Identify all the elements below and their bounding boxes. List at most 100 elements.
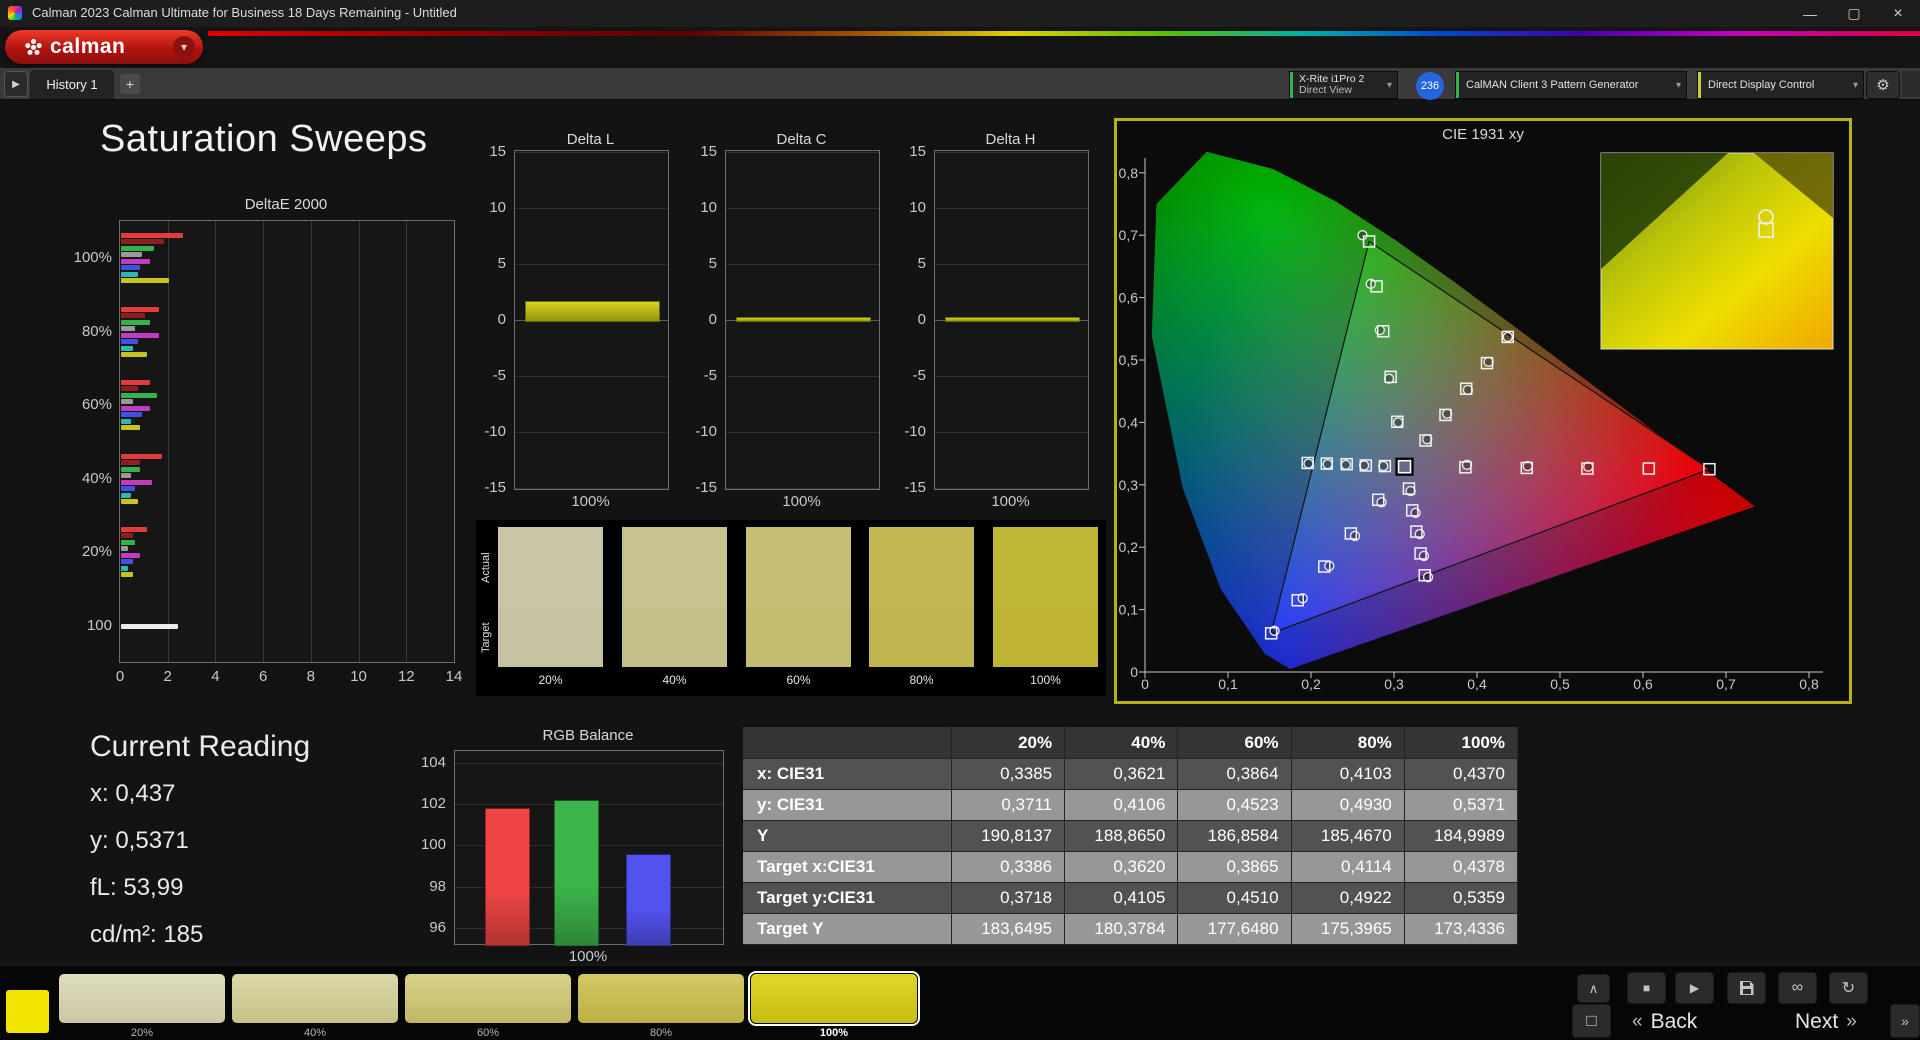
- add-tab-button[interactable]: +: [120, 74, 140, 94]
- svg-text:0,5: 0,5: [1119, 352, 1139, 368]
- saturation-label: 100%: [993, 673, 1098, 687]
- gridline: [726, 376, 879, 377]
- svg-text:0,7: 0,7: [1119, 227, 1139, 243]
- measured-point: [1341, 460, 1350, 469]
- y-tick-label: 20%: [82, 543, 112, 560]
- tab-history-1[interactable]: History 1: [30, 70, 114, 99]
- close-button[interactable]: ×: [1876, 0, 1920, 27]
- rgb-balance-chart[interactable]: RGB Balance 1041021009896 100%: [454, 727, 722, 962]
- bar: [121, 572, 133, 577]
- back-button[interactable]: « Back: [1632, 1007, 1697, 1037]
- pattern-swatch[interactable]: [232, 974, 398, 1023]
- column-header: 100%: [1404, 727, 1517, 759]
- current-reading-block: Current Reading x: 0,437 y: 0,5371 fL: 5…: [90, 730, 310, 968]
- save-icon: [1740, 981, 1754, 995]
- svg-text:0,3: 0,3: [1119, 477, 1139, 493]
- y-tick-label: 40%: [82, 470, 112, 487]
- delta-c-plot-area: 151050-5-10-15: [725, 150, 880, 490]
- pattern-swatch[interactable]: [578, 974, 744, 1023]
- page-title: Saturation Sweeps: [100, 118, 427, 161]
- calman-menu-chevron[interactable]: ▾: [173, 36, 195, 58]
- gridline: [311, 221, 312, 662]
- current-pattern-tile[interactable]: [6, 990, 49, 1033]
- measured-point: [1394, 418, 1403, 427]
- y-tick-label: 100: [421, 836, 446, 853]
- saturation-label: 20%: [498, 673, 603, 687]
- bar: [121, 239, 164, 244]
- row-label: x: CIE31: [743, 759, 951, 790]
- x-tick-label: 2: [153, 668, 183, 685]
- table-cell: 190,8137: [951, 821, 1064, 852]
- minimize-button[interactable]: —: [1788, 0, 1832, 27]
- pattern-swatch[interactable]: [59, 974, 225, 1023]
- refresh-button[interactable]: ↻: [1829, 972, 1868, 1004]
- layout-edge-button[interactable]: [1902, 71, 1920, 97]
- row-label: Target y:CIE31: [743, 883, 951, 914]
- pattern-window-button[interactable]: □: [1572, 1004, 1611, 1038]
- skip-forward-button[interactable]: »: [1890, 1004, 1920, 1038]
- pattern-swatch[interactable]: [751, 974, 917, 1023]
- bar: [121, 346, 133, 351]
- target-swatch: [869, 608, 974, 667]
- actual-target-swatch-panel[interactable]: Actual Target 20%40%60%80%100%: [476, 520, 1106, 696]
- tab-scroll-button[interactable]: ▶: [4, 71, 28, 97]
- table-cell: 0,4105: [1065, 883, 1178, 914]
- chart-title: CIE 1931 xy: [1117, 126, 1849, 143]
- delta-c-chart[interactable]: Delta C 151050-5-10-15 100%: [725, 131, 878, 513]
- bar: [121, 406, 150, 411]
- next-button[interactable]: Next »: [1795, 1007, 1857, 1037]
- bar: [121, 566, 128, 571]
- calman-menu-button[interactable]: calman ▾: [5, 30, 203, 64]
- gridline: [455, 763, 723, 764]
- bar: [121, 352, 147, 357]
- actual-swatch: [498, 527, 603, 608]
- bar: [736, 317, 871, 322]
- bar: [121, 313, 145, 318]
- target-swatch: [746, 608, 851, 667]
- svg-text:0,4: 0,4: [1467, 676, 1487, 692]
- y-tick-label: 0: [498, 311, 506, 328]
- cie-diagram: 00,10,20,30,40,50,60,70,800,10,20,30,40,…: [1118, 122, 1848, 700]
- svg-text:0,4: 0,4: [1119, 414, 1139, 430]
- settings-button[interactable]: ⚙: [1866, 71, 1900, 99]
- bar: [121, 252, 142, 257]
- table-row: Y190,8137188,8650186,8584185,4670184,998…: [743, 821, 1518, 852]
- bar: [121, 546, 128, 551]
- meter-count-badge[interactable]: 236: [1416, 72, 1444, 100]
- display-control-dropdown[interactable]: Direct Display Control ▾: [1697, 71, 1864, 99]
- meter-dropdown[interactable]: X-Rite i1Pro 2 Direct View ▾: [1289, 71, 1398, 99]
- table-cell: 0,4114: [1291, 852, 1404, 883]
- pattern-swatch[interactable]: [405, 974, 571, 1023]
- save-button[interactable]: [1727, 972, 1766, 1004]
- gear-icon: ⚙: [1876, 76, 1889, 94]
- stop-button[interactable]: ■: [1627, 972, 1666, 1004]
- table-row: y: CIE310,37110,41060,45230,49300,5371: [743, 790, 1518, 821]
- play-button[interactable]: ▶: [1675, 972, 1714, 1004]
- delta-l-chart[interactable]: Delta L 151050-5-10-15 100%: [514, 131, 667, 513]
- delta-h-chart[interactable]: Delta H 151050-5-10-15 100%: [934, 131, 1087, 513]
- pattern-generator-dropdown[interactable]: CalMAN Client 3 Pattern Generator ▾: [1455, 71, 1687, 99]
- display-control-name: Direct Display Control: [1708, 79, 1814, 91]
- actual-swatch: [869, 527, 974, 608]
- table-cell: 185,4670: [1291, 821, 1404, 852]
- deltae-2000-chart[interactable]: DeltaE 2000 02468101214100%80%60%40%20%1…: [119, 196, 453, 696]
- table-header-row: 20%40%60%80%100%: [743, 727, 1518, 759]
- table-cell: 177,6480: [1178, 914, 1291, 945]
- bar: [121, 333, 159, 338]
- rainbow-accent-bar: [208, 31, 1920, 36]
- x-tick-label: 0: [105, 668, 135, 685]
- cie-chart-panel[interactable]: CIE 1931 xy: [1114, 118, 1852, 704]
- bar: [121, 326, 135, 331]
- pattern-swatch-label: 60%: [405, 1027, 571, 1039]
- link-button[interactable]: ∞: [1778, 972, 1817, 1004]
- gridline: [726, 432, 879, 433]
- reading-x: x: 0,437: [90, 780, 310, 808]
- maximize-button[interactable]: ▢: [1832, 0, 1876, 27]
- expand-up-button[interactable]: ∧: [1577, 974, 1610, 1003]
- pattern-status-accent: [1456, 72, 1459, 98]
- measured-point: [1304, 459, 1313, 468]
- y-tick-label: 96: [429, 919, 446, 936]
- column-header: 60%: [1178, 727, 1291, 759]
- delta-l-plot-area: 151050-5-10-15: [514, 150, 669, 490]
- svg-text:0,6: 0,6: [1119, 290, 1139, 306]
